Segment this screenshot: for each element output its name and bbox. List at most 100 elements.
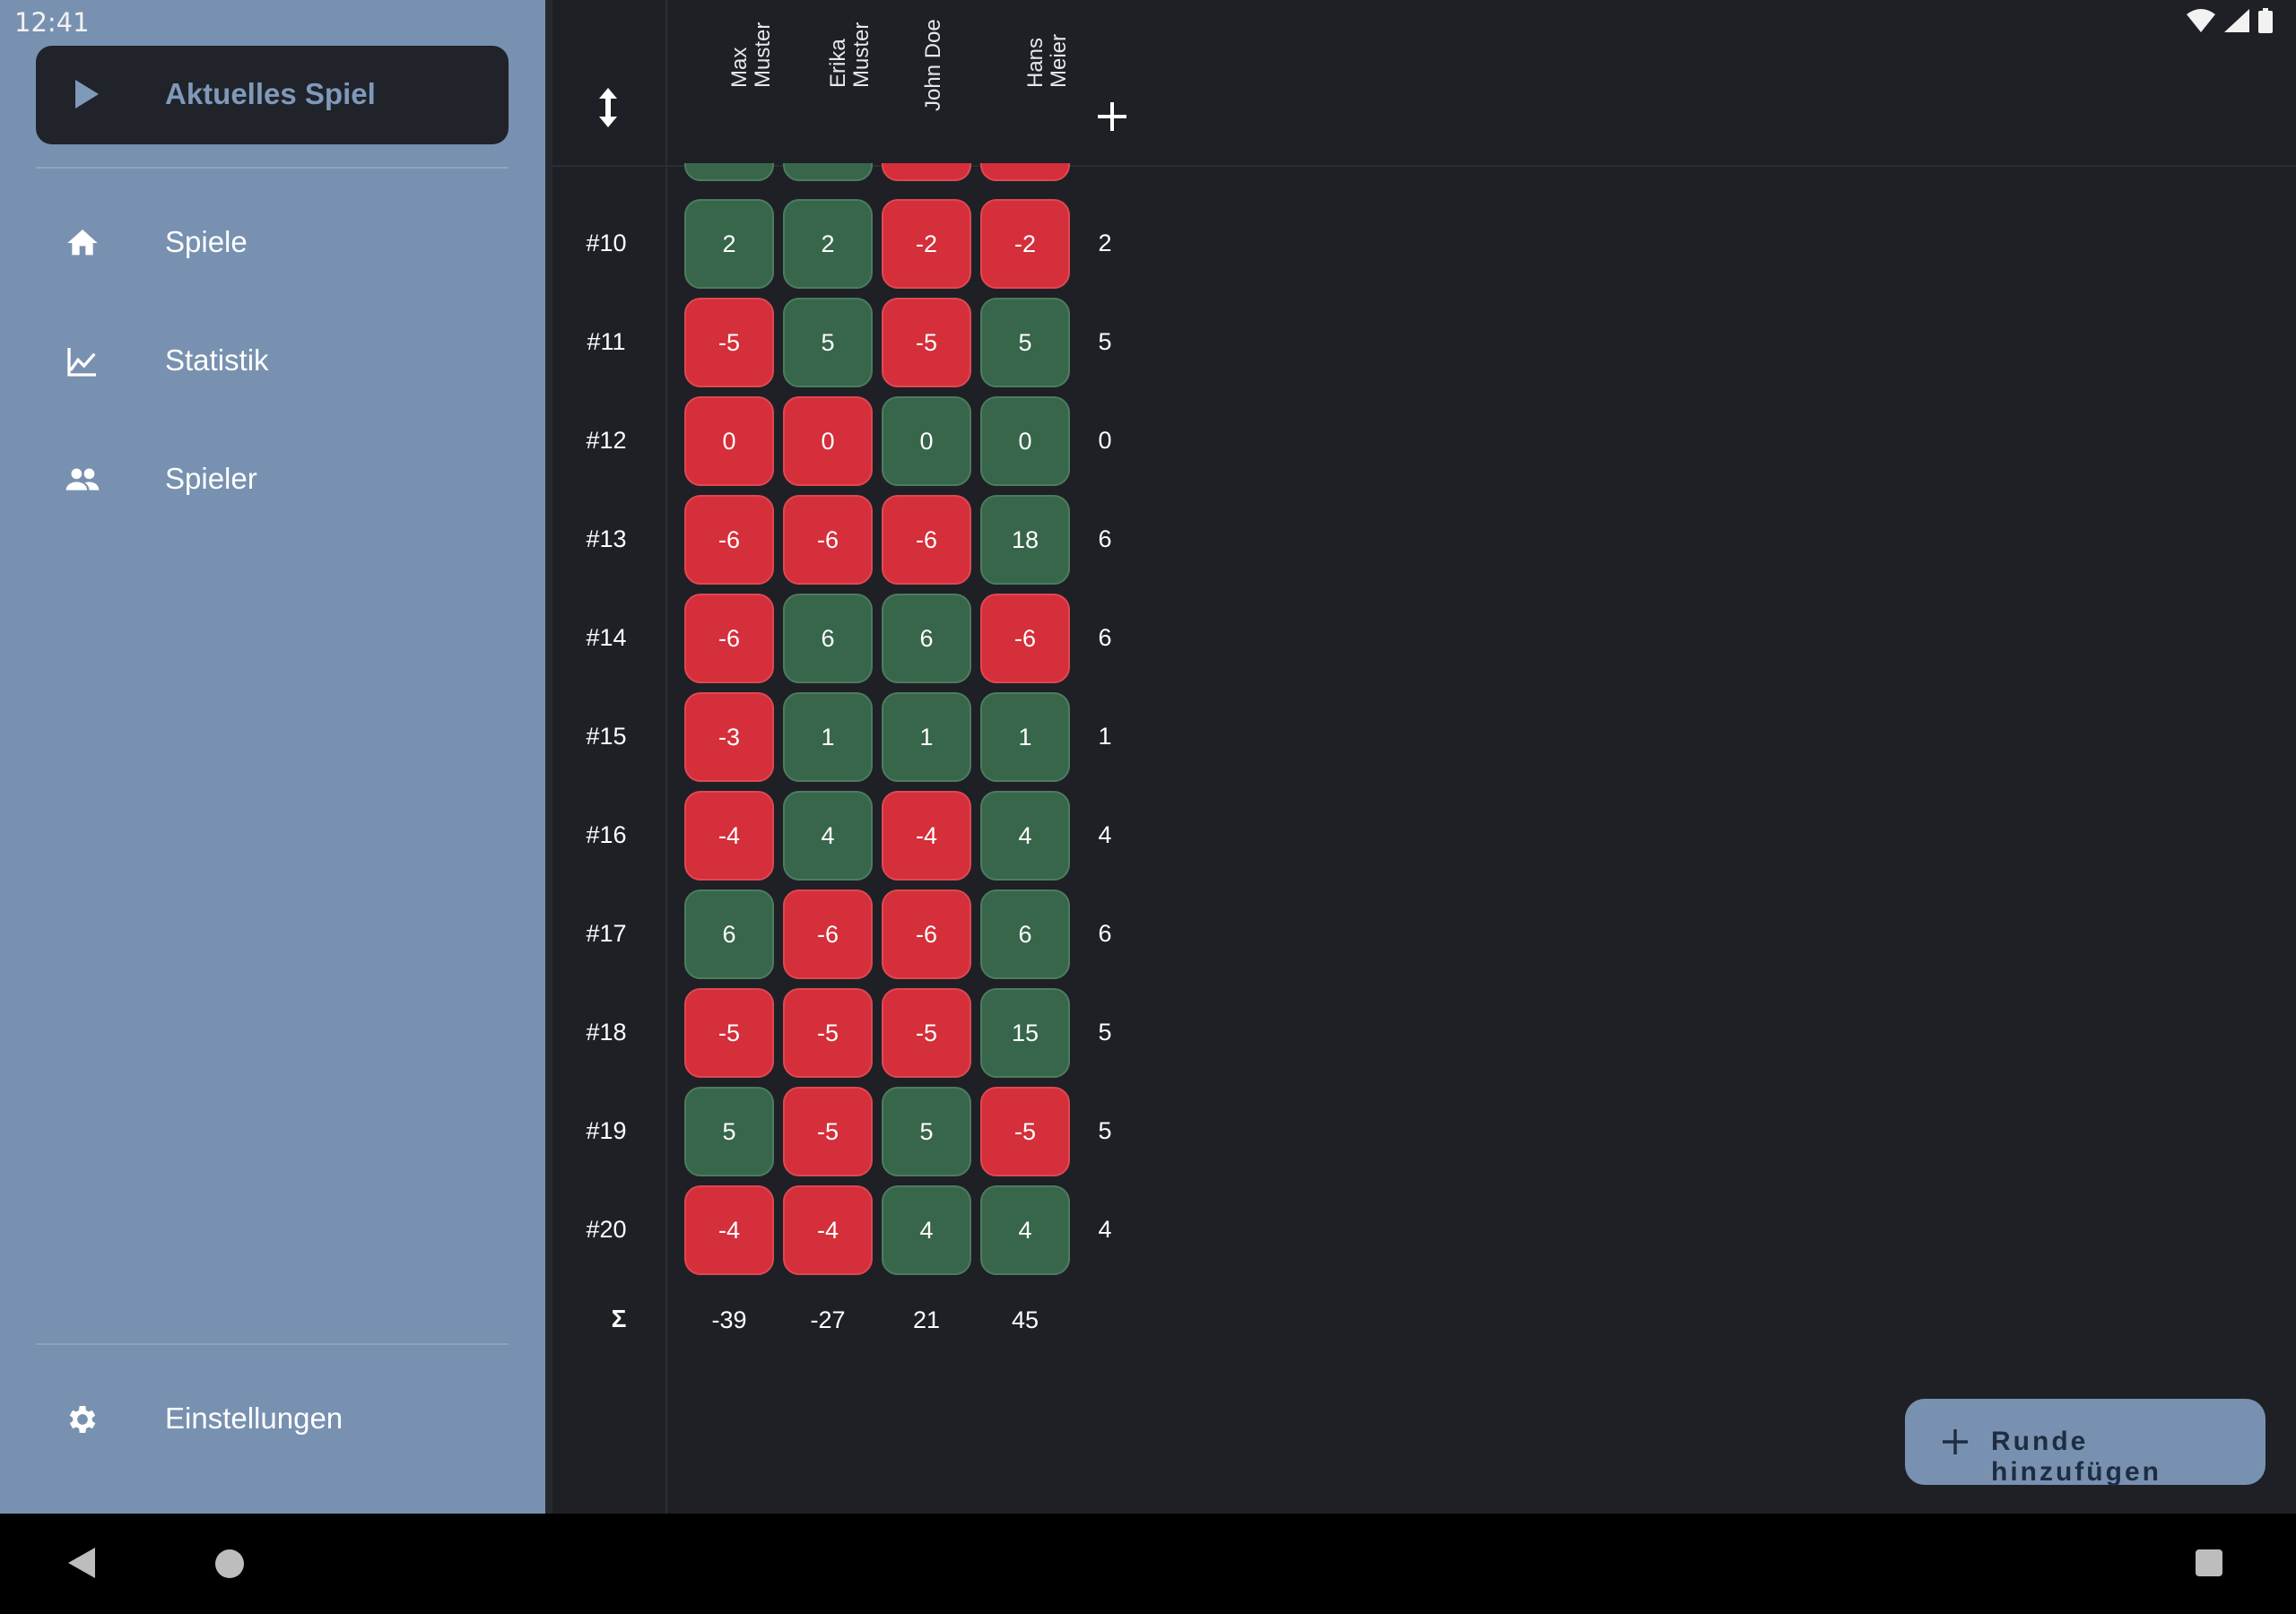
gear-icon [69,1406,96,1433]
round-points: 5 [1098,1019,1112,1046]
recents-icon[interactable] [2196,1549,2222,1576]
sum-label: Σ [611,1305,627,1332]
score-cell[interactable]: -2 [980,199,1070,289]
sort-icon[interactable] [583,82,633,133]
score-cell[interactable]: -3 [684,692,774,782]
score-cell[interactable]: 6 [783,594,873,683]
round-label: #17 [586,920,627,947]
back-icon[interactable] [68,1548,95,1578]
round-points: 5 [1098,1117,1112,1144]
score-cell[interactable]: -5 [882,988,971,1078]
player-header-erika-muster[interactable]: Erika Muster [778,18,876,134]
player-header-john-doe[interactable]: John Doe [876,18,975,134]
home-nav-icon[interactable] [215,1549,244,1578]
score-cell[interactable]: 0 [882,396,971,486]
score-cell[interactable]: 4 [882,1185,971,1275]
partial-cell [684,163,774,190]
score-cell[interactable]: -5 [684,298,774,387]
round-label: #16 [586,821,627,848]
score-cell[interactable]: 1 [882,692,971,782]
score-cell[interactable]: 1 [980,692,1070,782]
score-cell[interactable]: 0 [684,396,774,486]
score-cell[interactable]: -5 [980,1087,1070,1176]
add-player-icon[interactable] [1091,95,1134,138]
sum-value: -39 [711,1306,747,1333]
round-points: 2 [1098,230,1112,256]
player-name: Max Muster [727,22,775,88]
score-cell[interactable]: -6 [684,594,774,683]
round-label: #13 [586,525,627,552]
round-label: #18 [586,1019,627,1046]
people-icon [65,468,100,490]
score-cell[interactable]: 4 [980,1185,1070,1275]
player-header-hans-meier[interactable]: Hans Meier [975,18,1074,134]
sidebar-item-einstellungen[interactable]: Einstellungen [36,1369,509,1468]
score-cell[interactable]: 5 [783,298,873,387]
home-icon [67,230,98,256]
round-points: 5 [1098,328,1112,355]
score-cell[interactable]: -4 [783,1185,873,1275]
score-cell[interactable]: -4 [684,1185,774,1275]
score-cell[interactable]: 4 [980,791,1070,881]
player-header-max-muster[interactable]: Max Muster [679,18,778,134]
sidebar-item-label: Einstellungen [165,1401,344,1435]
score-cell[interactable]: -4 [684,791,774,881]
score-cell[interactable]: -5 [684,988,774,1078]
round-points: 6 [1098,624,1112,651]
score-cell[interactable]: 6 [684,889,774,979]
score-cell[interactable]: -5 [882,298,971,387]
sidebar-item-spieler[interactable]: Spieler [36,430,509,528]
score-cell[interactable]: -6 [882,495,971,585]
round-label: #20 [586,1216,627,1243]
score-cell[interactable]: -6 [980,594,1070,683]
sidebar-item-label: Spiele [165,225,248,258]
round-label: #10 [586,230,627,256]
score-cell[interactable]: 6 [980,889,1070,979]
current-game-button[interactable]: Aktuelles Spiel [36,46,509,144]
score-cell[interactable]: 0 [783,396,873,486]
sidebar-item-statistik[interactable]: Statistik [36,311,509,410]
round-points: 4 [1098,1216,1112,1243]
partial-cell [783,163,873,190]
score-cell[interactable]: -5 [783,1087,873,1176]
round-label: #19 [586,1117,627,1144]
round-label: #14 [586,624,627,651]
sidebar-item-spiele[interactable]: Spiele [36,193,509,291]
player-name: Hans Meier [1023,33,1071,88]
score-cell[interactable]: -5 [783,988,873,1078]
divider [36,1343,509,1345]
score-cell[interactable]: 4 [783,791,873,881]
system-navigation-bar [0,1514,2296,1614]
score-cell[interactable]: 0 [980,396,1070,486]
score-cell[interactable]: -6 [684,495,774,585]
round-points: 6 [1098,920,1112,947]
score-cell[interactable]: 18 [980,495,1070,585]
add-round-button[interactable]: Runde hinzufügen [1905,1399,2266,1487]
round-points: 1 [1098,723,1112,750]
score-cell[interactable]: 5 [980,298,1070,387]
sum-value: 45 [1011,1306,1039,1333]
sum-value: 21 [912,1306,941,1333]
score-cell[interactable]: -2 [882,199,971,289]
column-divider [665,0,667,1514]
current-game-label: Aktuelles Spiel [165,77,376,110]
player-name: Erika Muster [826,22,874,88]
partial-cell [882,163,971,190]
chart-line-icon [67,348,96,377]
score-cell[interactable]: -6 [783,889,873,979]
player-name: John Doe [921,19,945,111]
score-cell[interactable]: -4 [882,791,971,881]
score-cell[interactable]: -6 [882,889,971,979]
round-points: 6 [1098,525,1112,552]
round-label: #12 [586,427,627,454]
score-cell[interactable]: 2 [684,199,774,289]
sum-value: -27 [810,1306,846,1333]
score-cell[interactable]: 6 [882,594,971,683]
score-cell[interactable]: 5 [882,1087,971,1176]
score-cell[interactable]: 5 [684,1087,774,1176]
navigation-drawer: Aktuelles Spiel Spiele Statistik Spieler… [0,0,545,1514]
score-cell[interactable]: 2 [783,199,873,289]
score-cell[interactable]: 15 [980,988,1070,1078]
score-cell[interactable]: -6 [783,495,873,585]
score-cell[interactable]: 1 [783,692,873,782]
